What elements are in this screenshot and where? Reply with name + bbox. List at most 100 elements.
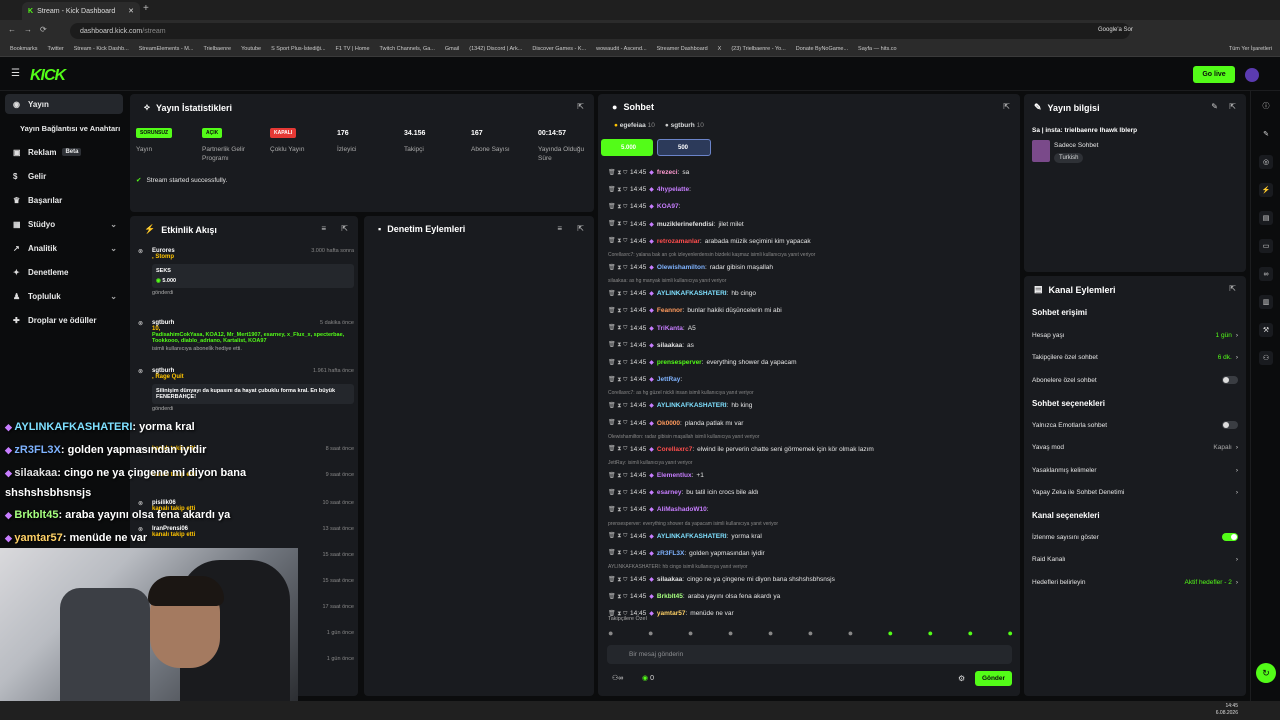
sidebar-item-2[interactable]: ▣ Reklam Beta xyxy=(5,142,123,162)
mod-actions-icon[interactable]: 🗑 ⧗ ⛉ xyxy=(608,376,630,384)
message-username[interactable]: AliMashadoW10 xyxy=(657,506,707,513)
popout-icon[interactable]: ⇱ xyxy=(577,224,584,233)
message-username[interactable]: TriKanta xyxy=(657,325,683,332)
goal-bar-2[interactable]: 500 xyxy=(657,139,711,156)
sidebar-item-6[interactable]: ↗ Analitik ⌄ xyxy=(5,238,123,258)
goal-bar-1[interactable]: 5.000 xyxy=(601,139,653,156)
browser-tab[interactable]: K Stream - Kick Dashboard ✕ xyxy=(22,2,140,20)
message-username[interactable]: silaakaa xyxy=(657,342,682,349)
bookmark-item[interactable]: StreamElements - M... xyxy=(139,46,194,52)
all-bookmarks[interactable]: Tüm Yer İşaretleri xyxy=(1229,46,1280,52)
channel-setting-row[interactable]: Yalnızca Emotlarla sohbet xyxy=(1032,418,1238,432)
channel-setting-row[interactable]: Hedefleri belirleyin Aktif hedefler - 2 › xyxy=(1032,575,1238,589)
chat-message[interactable]: 🗑 ⧗ ⛉ 14:45 ◆ silaakaa: as xyxy=(608,339,1013,352)
send-button[interactable]: Gönder xyxy=(975,671,1012,686)
chat-message[interactable]: 🗑 ⧗ ⛉ 14:45 ◆ AYLINKAFKASHATERI: hb king xyxy=(608,399,1013,412)
chat-message[interactable]: 🗑 ⧗ ⛉ 14:45 ◆ esarney: bu tatil icin crocs b… xyxy=(608,486,1013,499)
chat-message[interactable]: 🗑 ⧗ ⛉ 14:45 ◆ AliMashadoW10: xyxy=(608,503,1013,516)
rail-tool-icon[interactable]: ⓘ xyxy=(1259,99,1273,113)
mod-actions-icon[interactable]: 🗑 ⧗ ⛉ xyxy=(608,220,630,228)
mod-actions-icon[interactable]: 🗑 ⧗ ⛉ xyxy=(608,532,630,540)
bookmark-item[interactable]: Gmail xyxy=(445,46,459,52)
message-username[interactable]: Olewishamilton xyxy=(657,264,705,271)
emote-icon[interactable]: ● xyxy=(848,628,853,638)
rail-tool-icon[interactable]: ◎ xyxy=(1259,155,1273,169)
chat-message[interactable]: 🗑 ⧗ ⛉ 14:45 ◆ retrozamanlar: arabada müzik s… xyxy=(608,235,1013,248)
chat-message[interactable]: 🗑 ⧗ ⛉ 14:45 ◆ yamtar57: menüde ne var xyxy=(608,607,1013,620)
google-ask-button[interactable]: Google'a Sor xyxy=(1098,27,1133,33)
rail-tool-icon[interactable]: ▭ xyxy=(1259,239,1273,253)
bookmark-item[interactable]: Stream - Kick Dashb... xyxy=(74,46,129,52)
chat-message[interactable]: 🗑 ⧗ ⛉ 14:45 ◆ prensesperver: everything show… xyxy=(608,356,1013,369)
chat-message[interactable]: 🗑 ⧗ ⛉ 14:45 ◆ JettRay: xyxy=(608,373,1013,386)
message-username[interactable]: frezeci xyxy=(657,169,678,176)
emote-icon[interactable]: ● xyxy=(888,628,893,638)
support-chat-icon[interactable]: ↻ xyxy=(1256,663,1276,683)
activity-event[interactable]: ⊗ sgtburh 10, 5 dakika önce PadisahimCokYasa… xyxy=(138,320,354,352)
message-username[interactable]: 4hypelatte xyxy=(657,186,689,193)
message-username[interactable]: silaakaa xyxy=(657,576,682,583)
message-username[interactable]: prensesperver xyxy=(657,359,702,366)
popout-icon[interactable]: ⇱ xyxy=(341,224,348,233)
message-username[interactable]: AYLINKAFKASHATERI xyxy=(657,533,727,540)
message-username[interactable]: Corellaxrc7 xyxy=(657,446,692,453)
chat-message[interactable]: 🗑 ⧗ ⛉ 14:45 ◆ TriKanta: A5 xyxy=(608,322,1013,335)
mod-actions-icon[interactable]: 🗑 ⧗ ⛉ xyxy=(608,419,630,427)
bookmark-item[interactable]: Trielbaenre xyxy=(203,46,231,52)
toggle-switch[interactable] xyxy=(1222,533,1238,541)
message-username[interactable]: zR3FL3X xyxy=(657,550,684,557)
rail-tool-icon[interactable]: ∞ xyxy=(1259,267,1273,281)
rail-tool-icon[interactable]: ▤ xyxy=(1259,211,1273,225)
channel-setting-row[interactable]: Yavaş mod Kapalı › xyxy=(1032,441,1238,455)
edit-icon[interactable]: ✎ xyxy=(1211,102,1218,111)
bookmark-item[interactable]: Twitter xyxy=(48,46,64,52)
mod-actions-icon[interactable]: 🗑 ⧗ ⛉ xyxy=(608,186,630,194)
activity-event[interactable]: ⊗ Eurores, Stomp 3.000 hafta sonra SEKS ◉ 5.… xyxy=(138,248,354,296)
go-live-button[interactable]: Go live xyxy=(1193,66,1235,83)
rail-tool-icon[interactable]: ⚇ xyxy=(1259,351,1273,365)
emote-icon[interactable]: ● xyxy=(968,628,973,638)
popout-icon[interactable]: ⇱ xyxy=(577,102,584,111)
channel-setting-row[interactable]: Yasaklanmış kelimeler › xyxy=(1032,463,1238,477)
channel-setting-row[interactable]: Yapay Zeka ile Sohbet Denetimi › xyxy=(1032,486,1238,500)
message-username[interactable]: JettRay xyxy=(657,376,680,383)
bookmark-item[interactable]: F1 TV | Home xyxy=(336,46,370,52)
chat-message[interactable]: 🗑 ⧗ ⛉ 14:45 ◆ Olewishamilton: radar gibisin … xyxy=(608,261,1013,274)
toggle-switch[interactable] xyxy=(1222,421,1238,429)
sidebar-item-1[interactable]: Yayın Bağlantısı ve Anahtarı xyxy=(5,118,123,138)
toggle-switch[interactable] xyxy=(1222,376,1238,384)
mod-actions-icon[interactable]: 🗑 ⧗ ⛉ xyxy=(608,402,630,410)
mod-actions-icon[interactable]: 🗑 ⧗ ⛉ xyxy=(608,290,630,298)
mod-actions-icon[interactable]: 🗑 ⧗ ⛉ xyxy=(608,169,630,177)
chat-message[interactable]: 🗑 ⧗ ⛉ 14:45 ◆ muziklerinefendisi: jilet mile… xyxy=(608,218,1013,231)
popout-icon[interactable]: ⇱ xyxy=(1003,102,1010,111)
sidebar-item-8[interactable]: ♟ Topluluk ⌄ xyxy=(5,286,123,306)
bookmark-item[interactable]: Twitch Channels, Ga... xyxy=(380,46,435,52)
message-username[interactable]: yamtar57 xyxy=(657,610,686,617)
rail-tool-icon[interactable]: ▥ xyxy=(1259,295,1273,309)
mod-actions-icon[interactable]: 🗑 ⧗ ⛉ xyxy=(608,237,630,245)
chat-message[interactable]: 🗑 ⧗ ⛉ 14:45 ◆ silaakaa: cingo ne ya çingene … xyxy=(608,573,1013,586)
message-username[interactable]: AYLINKAFKASHATERI xyxy=(657,402,727,409)
chat-message[interactable]: 🗑 ⧗ ⛉ 14:45 ◆ zR3FL3X: golden yapmasından iy… xyxy=(608,547,1013,560)
emote-icon[interactable]: ● xyxy=(728,628,733,638)
message-username[interactable]: Brkblt45 xyxy=(657,593,683,600)
mod-actions-icon[interactable]: 🗑 ⧗ ⛉ xyxy=(608,576,630,584)
bookmark-item[interactable]: (1342) Discord | Ark... xyxy=(469,46,522,52)
channel-setting-row[interactable]: Hesap yaşı 1 gün › xyxy=(1032,328,1238,342)
sidebar-item-4[interactable]: ♛ Başarılar xyxy=(5,190,123,210)
sidebar-item-3[interactable]: $ Gelir xyxy=(5,166,123,186)
settings-gear-icon[interactable]: ⚙ xyxy=(958,674,965,683)
message-username[interactable]: retrozamanlar xyxy=(657,238,700,245)
emote-icon[interactable]: ● xyxy=(928,628,933,638)
mod-actions-icon[interactable]: 🗑 ⧗ ⛉ xyxy=(608,506,630,514)
emote-icon[interactable]: ● xyxy=(1008,628,1013,638)
chat-message[interactable]: 🗑 ⧗ ⛉ 14:45 ◆ Brkblt45: araba yayını olsa fe… xyxy=(608,590,1013,603)
chat-message[interactable]: 🗑 ⧗ ⛉ 14:45 ◆ KOA97: xyxy=(608,200,1013,213)
emote-picker-icon[interactable]: ⚇∞ xyxy=(612,674,623,682)
chat-message[interactable]: 🗑 ⧗ ⛉ 14:45 ◆ Corellaxrc7: elwind ile perver… xyxy=(608,443,1013,456)
filter-icon[interactable]: ≡ xyxy=(557,224,562,233)
message-username[interactable]: Feannor xyxy=(657,307,683,314)
message-username[interactable]: Ok0000 xyxy=(657,420,680,427)
mod-actions-icon[interactable]: 🗑 ⧗ ⛉ xyxy=(608,445,630,453)
